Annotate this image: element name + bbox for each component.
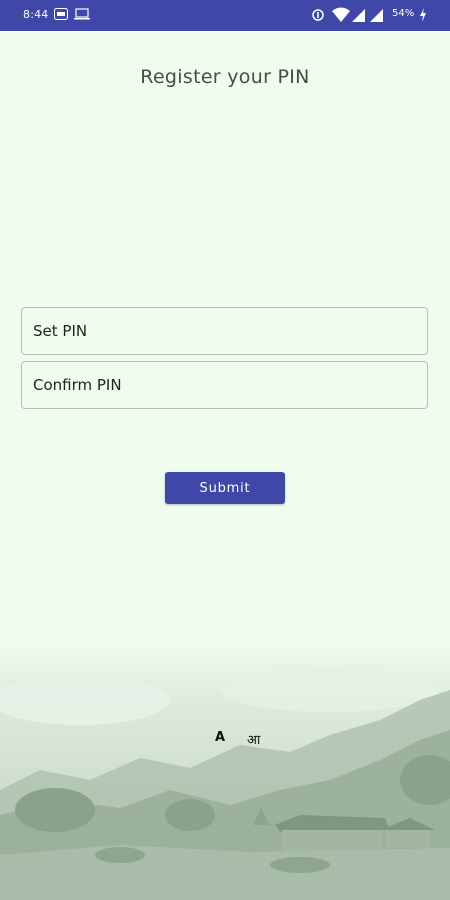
alarm-icon [312,9,324,21]
status-time: 8:44 [23,8,49,21]
battery-percent: 54% [392,8,415,19]
notification-icon [54,8,68,20]
language-english-toggle[interactable]: A [215,730,225,745]
signal-icon [352,9,365,22]
submit-button[interactable]: Submit [165,472,285,504]
wifi-icon [332,7,350,22]
laptop-icon [74,8,90,20]
battery-charging-icon [420,8,426,22]
confirm-pin-field[interactable] [21,361,428,409]
language-hindi-toggle[interactable]: आ [247,730,260,748]
page-title: Register your PIN [140,66,310,88]
landscape-background-image [0,640,450,900]
status-bar: 8:44 54% [0,0,450,31]
set-pin-field[interactable] [21,307,428,355]
signal-icon [370,9,383,22]
